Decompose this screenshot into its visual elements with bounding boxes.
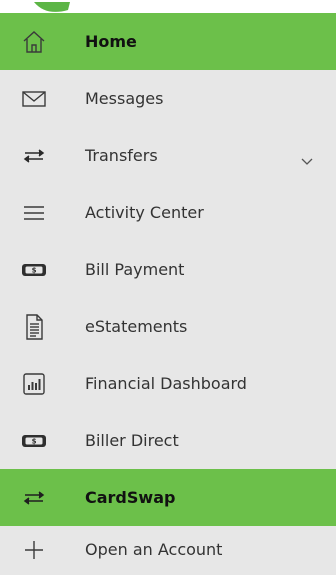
menu-item-open-an-account[interactable]: Open an Account [0, 526, 336, 573]
menu-item-financial-dashboard[interactable]: Financial Dashboard [0, 355, 336, 412]
menu-item-label: Transfers [85, 145, 158, 165]
logo-mark-icon [34, 2, 70, 12]
menu-item-label: Financial Dashboard [85, 373, 247, 393]
logo [0, 0, 90, 13]
menu-item-activity-center[interactable]: Activity Center [0, 184, 336, 241]
menu-item-bill-payment[interactable]: $ Bill Payment [0, 241, 336, 298]
document-icon [20, 313, 48, 341]
bar-chart-icon [20, 370, 48, 398]
svg-text:$: $ [32, 437, 37, 445]
transfer-arrows-icon [20, 142, 48, 170]
menu-list: Home Messages Transfers Activity Center … [0, 13, 336, 573]
menu-item-transfers[interactable]: Transfers [0, 127, 336, 184]
menu-item-label: eStatements [85, 316, 188, 336]
menu-item-label: Biller Direct [85, 430, 179, 450]
header-strip [0, 0, 336, 13]
menu-item-label: Activity Center [85, 202, 204, 222]
dollar-bill-icon: $ [20, 427, 48, 455]
sidebar-navigation: Home Messages Transfers Activity Center … [0, 0, 336, 575]
transfer-arrows-icon [20, 484, 48, 512]
hamburger-list-icon [20, 199, 48, 227]
plus-icon [20, 536, 48, 564]
menu-item-cardswap[interactable]: CardSwap [0, 469, 336, 526]
menu-item-label: Home [85, 31, 137, 51]
menu-item-biller-direct[interactable]: $ Biller Direct [0, 412, 336, 469]
menu-item-label: Open an Account [85, 539, 223, 559]
menu-item-label: CardSwap [85, 487, 176, 507]
dollar-bill-icon: $ [20, 256, 48, 284]
menu-item-home[interactable]: Home [0, 13, 336, 70]
menu-item-label: Bill Payment [85, 259, 185, 279]
svg-text:$: $ [32, 266, 37, 274]
menu-item-estatements[interactable]: eStatements [0, 298, 336, 355]
menu-item-messages[interactable]: Messages [0, 70, 336, 127]
chevron-down-icon[interactable] [300, 151, 314, 165]
home-icon [20, 28, 48, 56]
envelope-icon [20, 85, 48, 113]
menu-item-label: Messages [85, 88, 164, 108]
